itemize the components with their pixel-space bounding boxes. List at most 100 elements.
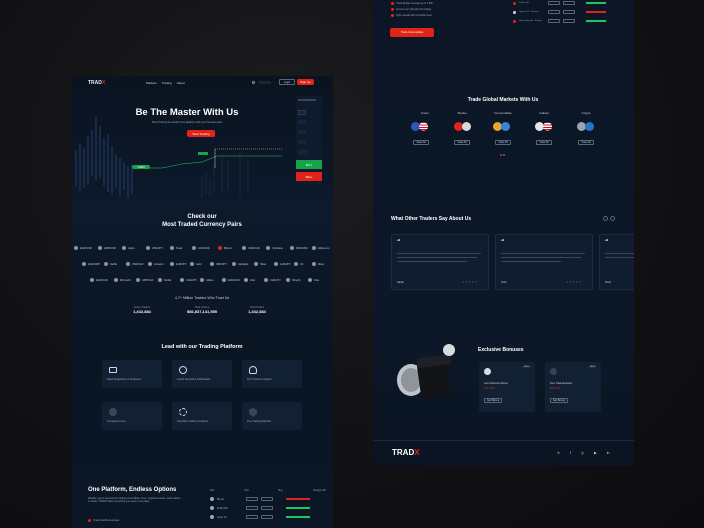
next-arrow-icon[interactable] (610, 216, 615, 221)
pair-item[interactable]: Microsoft (114, 278, 131, 282)
pair-item[interactable]: EUR/CAD (90, 278, 108, 282)
price-tag: 1.0854 (132, 165, 150, 169)
brand-logo[interactable]: TRADX (88, 80, 105, 86)
pair-item[interactable]: Oil (294, 262, 303, 266)
market-label-indices: Indices (539, 111, 549, 115)
view-all-stocks-button[interactable]: View All (454, 140, 470, 145)
get-bonus-button[interactable]: Get Bonus (550, 398, 568, 403)
pair-item[interactable]: USD/JPY (146, 246, 163, 250)
get-bonus-button[interactable]: Get Bonus (484, 398, 502, 403)
pair-item[interactable]: Silver (254, 262, 267, 266)
rating-stars: ★★★★★ (462, 280, 478, 284)
language-select[interactable] (259, 81, 271, 84)
table-row[interactable]: Bitcoin (210, 497, 326, 501)
oil-icon (501, 122, 510, 131)
usdc-icon (585, 122, 594, 131)
pair-item[interactable]: EUR/JPY (170, 262, 187, 266)
pair-item[interactable]: NZD/USD (290, 246, 308, 250)
table-row[interactable]: Apple Inc (210, 515, 326, 519)
us-flag-icon (419, 122, 428, 131)
options-table: Pair Sell Buy Change 24h Bitcoin EUR/USD… (210, 489, 326, 519)
nav-link-about[interactable]: About (177, 81, 185, 85)
pair-item[interactable]: Ethereum (312, 246, 329, 250)
view-all-forex-button[interactable]: View All (413, 140, 429, 145)
pair-item[interactable]: EUR/GBP (82, 262, 100, 266)
pair-item[interactable]: AUD/JPY (274, 262, 291, 266)
landing-page-right: Trade flexible leverage up to 1:500 Acce… (373, 0, 634, 466)
stock-logo-icon (462, 122, 471, 131)
nav-links: Markets Trading About (146, 81, 185, 85)
x-icon[interactable]: ✕ (557, 451, 560, 455)
view-all-crypto-button[interactable]: View All (578, 140, 594, 145)
pair-item[interactable]: Apple (122, 246, 135, 250)
arrow-left-icon[interactable]: ‹ (401, 126, 402, 130)
bonus-card[interactable]: NEW Get a Welcome Bonus $25 USD Get Bonu… (479, 362, 535, 412)
pair-item[interactable]: Visa (308, 278, 319, 282)
pair-item[interactable]: Amazon (148, 262, 164, 266)
pair-item[interactable]: Netflix (104, 262, 117, 266)
feature-card[interactable]: Favorable Trading Conditions (172, 402, 232, 430)
testimonial-author: Sarah (397, 281, 404, 284)
pair-item[interactable]: Nvidia (158, 278, 171, 282)
pair-item[interactable]: GBP/USD (98, 246, 116, 250)
table-row[interactable]: Hong Kong 50 - Futures (513, 19, 617, 23)
pair-item[interactable]: Shopify (286, 278, 301, 282)
instagram-icon[interactable]: ◎ (581, 451, 584, 455)
footer-brand: TRAD (392, 448, 415, 457)
sell-button[interactable]: SELL (296, 172, 322, 181)
linkedin-icon[interactable]: in (607, 451, 610, 455)
table-row[interactable]: France 40 (513, 1, 617, 5)
login-button[interactable]: Login (279, 79, 295, 85)
arrow-right-icon[interactable]: › (606, 126, 607, 130)
youtube-icon[interactable]: ▶ (594, 451, 597, 455)
globe-icon[interactable] (252, 81, 255, 84)
pair-item[interactable]: Intel (244, 278, 255, 282)
bonus-card[interactable]: NEW Free Trade Rewards $25 USD Get Bonus (545, 362, 601, 412)
trade-commodities-button[interactable]: Trade Commodities (390, 28, 434, 37)
gear-icon (179, 408, 187, 416)
pair-item[interactable]: Meta (312, 262, 324, 266)
pair-item[interactable]: USD/CHF (126, 262, 144, 266)
testimonial-card[interactable]: “ John ★★★★★ (495, 234, 593, 290)
pair-item[interactable]: CHF/JPY (264, 278, 281, 282)
feature-card[interactable]: 24/7 Customer Support (242, 360, 302, 388)
pair-item[interactable]: Adobe (200, 278, 214, 282)
table-row[interactable]: EUR/USD (210, 506, 326, 510)
feature-card[interactable]: Transparent Fees (102, 402, 162, 430)
pair-item[interactable]: Gold (190, 262, 201, 266)
nav-link-markets[interactable]: Markets (146, 81, 157, 85)
market-label-forex: Forex (421, 111, 429, 115)
prev-arrow-icon[interactable] (603, 216, 608, 221)
footer-brand-accent: X (414, 448, 420, 457)
view-all-commodities-button[interactable]: View All (495, 140, 511, 145)
pair-item[interactable]: USD/CAD (242, 246, 260, 250)
pair-item[interactable]: GBP/JPY (210, 262, 227, 266)
view-all-indices-button[interactable]: View All (536, 140, 552, 145)
pairs-title-line2: Most Traded Currency Pairs (162, 222, 242, 228)
stats-headline: 4.7+ Million Traders Who Trust Us (174, 296, 230, 300)
pair-item[interactable]: EUR/USD (74, 246, 92, 250)
stat-total-trades: Total Trades 1,432,884 (248, 306, 266, 314)
feature-card[interactable]: Instant Deposits & Withdrawals (172, 360, 232, 388)
pair-item[interactable]: CAD/JPY (180, 278, 197, 282)
pair-item[interactable]: Tesla (170, 246, 182, 250)
pair-item[interactable]: Alphabet (232, 262, 248, 266)
nav-link-trading[interactable]: Trading (162, 81, 172, 85)
market-label-stocks: Stocks (457, 111, 467, 115)
buy-button[interactable]: BUY (296, 160, 322, 169)
signup-button[interactable]: Sign Up (297, 79, 314, 85)
pair-item[interactable]: AUD/USD (192, 246, 210, 250)
pair-item[interactable]: GBP/CHF (136, 278, 154, 282)
testimonial-card[interactable]: “ Peter (599, 234, 634, 290)
pair-item[interactable]: EUR/AUD (222, 278, 240, 282)
table-row[interactable]: Cyprus 20 - Futures (513, 10, 617, 14)
feature-card[interactable]: Rapid Registration & Verification (102, 360, 162, 388)
markets-title: Trade Global Markets With Us (467, 97, 539, 103)
pair-item[interactable]: Bitcoin (218, 246, 232, 250)
testimonial-card[interactable]: “ Sarah ★★★★★ (391, 234, 489, 290)
feature-card[interactable]: Free Trading Materials (242, 402, 302, 430)
pair-item[interactable]: Coinbase (266, 246, 283, 250)
footer-logo[interactable]: TRADX (392, 448, 420, 457)
facebook-icon[interactable]: f (570, 451, 571, 455)
carousel-dots[interactable] (500, 154, 505, 156)
